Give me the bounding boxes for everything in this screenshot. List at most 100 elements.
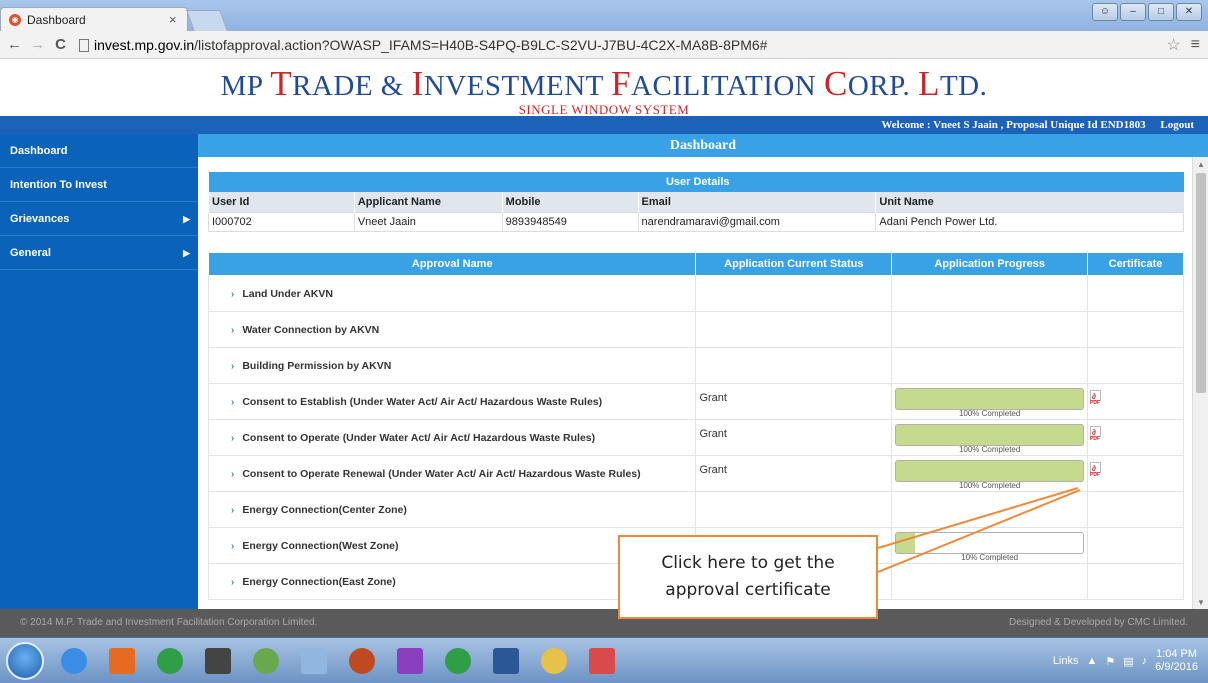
logout-link[interactable]: Logout xyxy=(1160,119,1194,131)
clock-time: 1:04 PM xyxy=(1156,648,1198,660)
approval-progress-cell xyxy=(891,491,1089,528)
site-title: MP TRADE & INVESTMENT FACILITATION CORP.… xyxy=(0,64,1208,104)
sidebar-item-intention-to-invest[interactable]: Intention To Invest xyxy=(0,168,198,202)
maximize-button[interactable]: □ xyxy=(1148,3,1174,21)
approval-name-cell[interactable]: › Water Connection by AKVN xyxy=(207,311,697,348)
sidebar-item-label: Intention To Invest xyxy=(10,179,107,191)
minimize-button[interactable]: – xyxy=(1120,3,1146,21)
scrollbar-thumb[interactable] xyxy=(1196,173,1206,393)
approval-row: › Consent to Establish (Under Water Act/ … xyxy=(207,383,1184,420)
scroll-up-icon[interactable]: ▲ xyxy=(1197,160,1205,169)
approval-status: Grant xyxy=(695,419,893,456)
chrome2-glyph xyxy=(445,648,471,674)
java-icon[interactable] xyxy=(342,643,382,679)
browser-menu-icon[interactable]: ≡ xyxy=(1191,36,1200,54)
media-icon[interactable] xyxy=(198,643,238,679)
chevron-right-icon: › xyxy=(231,396,235,408)
certificate-cell: ∂ PDF xyxy=(1087,419,1184,456)
scrollbar[interactable]: ▲ ▼ xyxy=(1192,157,1208,609)
chevron-right-icon: ▶ xyxy=(183,214,190,224)
sidebar-item-grievances[interactable]: Grievances ▶ xyxy=(0,202,198,236)
approval-name-cell[interactable]: › Energy Connection(Center Zone) xyxy=(207,491,697,528)
sidebar-item-label: General xyxy=(10,247,51,259)
sidebar-item-label: Grievances xyxy=(10,213,70,225)
user-table-header: User Id xyxy=(208,192,355,212)
close-window-button[interactable]: ✕ xyxy=(1176,3,1202,21)
tab-close-icon[interactable]: × xyxy=(169,12,187,27)
url-input[interactable]: invest.mp.gov.in/listofapproval.action?O… xyxy=(79,37,1166,53)
approval-progress-cell xyxy=(891,311,1089,348)
flag-icon[interactable]: ⚑ xyxy=(1105,655,1115,668)
approval-name-cell[interactable]: › Consent to Operate Renewal (Under Water… xyxy=(207,455,697,492)
tray-arrow-icon[interactable]: ▲ xyxy=(1087,655,1098,667)
approval-name: Consent to Operate (Under Water Act/ Air… xyxy=(242,431,596,444)
folder-glyph xyxy=(541,648,567,674)
approval-progress-cell xyxy=(891,275,1089,312)
clock[interactable]: 1:04 PM 6/9/2016 xyxy=(1155,648,1198,674)
approval-progress-cell xyxy=(891,347,1089,384)
progress-label: 100% Completed xyxy=(958,481,1021,490)
certificate-cell xyxy=(1087,527,1184,564)
approval-status xyxy=(695,347,893,384)
progress-fill xyxy=(896,460,1084,481)
chevron-right-icon: › xyxy=(231,432,235,444)
new-tab-button[interactable] xyxy=(186,10,228,31)
user-table-cell: Adani Pench Power Ltd. xyxy=(875,211,1184,232)
links-toolbar[interactable]: Links xyxy=(1053,655,1079,667)
word-icon[interactable] xyxy=(486,643,526,679)
browser-tab[interactable]: ◉ Dashboard × xyxy=(0,7,188,31)
approval-name: Consent to Establish (Under Water Act/ A… xyxy=(242,395,603,408)
chevron-right-icon: › xyxy=(231,288,235,300)
volume-icon[interactable]: ♪ xyxy=(1142,655,1148,667)
java-glyph xyxy=(349,648,375,674)
colors-icon[interactable] xyxy=(390,643,430,679)
chrome2-icon[interactable] xyxy=(438,643,478,679)
paint-glyph xyxy=(301,648,327,674)
window-controls: ☺ – □ ✕ xyxy=(1092,3,1202,21)
pdf-certificate-icon[interactable]: ∂ PDF xyxy=(1090,389,1102,406)
progress-bar xyxy=(895,531,1085,554)
folder-icon[interactable] xyxy=(534,643,574,679)
page-icon xyxy=(79,38,89,52)
bookmark-star-icon[interactable]: ☆ xyxy=(1166,35,1180,55)
chevron-right-icon: › xyxy=(231,468,235,480)
chevron-right-icon: › xyxy=(231,576,235,588)
progress-fill xyxy=(896,532,915,553)
progress-label: 10% Completed xyxy=(961,553,1019,562)
approval-name: Consent to Operate Renewal (Under Water … xyxy=(242,467,641,480)
chart-app-icon[interactable] xyxy=(582,643,622,679)
forward-icon[interactable]: → xyxy=(29,36,46,53)
back-icon[interactable]: ← xyxy=(6,36,23,53)
chevron-right-icon: › xyxy=(231,360,235,372)
certificate-cell: ∂ PDF xyxy=(1087,383,1184,420)
site-title-part: F xyxy=(611,64,632,103)
sidebar-item-general[interactable]: General ▶ xyxy=(0,236,198,270)
user-table-cell: I000702 xyxy=(208,211,355,232)
reload-icon[interactable]: C xyxy=(52,36,69,53)
pdf-certificate-icon[interactable]: ∂ PDF xyxy=(1090,461,1102,478)
site-title-part: ACILITATION xyxy=(631,70,824,102)
paint-icon[interactable] xyxy=(294,643,334,679)
ie-icon[interactable] xyxy=(54,643,94,679)
certificate-cell: ∂ PDF xyxy=(1087,455,1184,492)
network-icon[interactable]: ▤ xyxy=(1123,655,1133,668)
favicon-icon: ◉ xyxy=(9,13,21,26)
user-details-caption: User Details xyxy=(208,172,1184,192)
clock-date: 6/9/2016 xyxy=(1155,661,1198,673)
firefox-icon[interactable] xyxy=(102,643,142,679)
approval-name-cell[interactable]: › Building Permission by AKVN xyxy=(207,347,697,384)
approval-name-cell[interactable]: › Consent to Establish (Under Water Act/ … xyxy=(207,383,697,420)
notepad-icon[interactable] xyxy=(246,643,286,679)
approval-name-cell[interactable]: › Land Under AKVN xyxy=(207,275,697,312)
user-icon[interactable]: ☺ xyxy=(1092,3,1118,21)
sidebar-item-dashboard[interactable]: Dashboard xyxy=(0,134,198,168)
scroll-down-icon[interactable]: ▼ xyxy=(1197,598,1205,607)
start-button[interactable] xyxy=(6,642,44,680)
pdf-certificate-icon[interactable]: ∂ PDF xyxy=(1090,425,1102,442)
approval-status: Grant xyxy=(695,383,893,420)
chevron-right-icon: › xyxy=(231,540,235,552)
chevron-right-icon: › xyxy=(231,504,235,516)
chrome-icon[interactable] xyxy=(150,643,190,679)
chevron-right-icon: ▶ xyxy=(183,248,190,258)
approval-name-cell[interactable]: › Consent to Operate (Under Water Act/ Ai… xyxy=(207,419,697,456)
